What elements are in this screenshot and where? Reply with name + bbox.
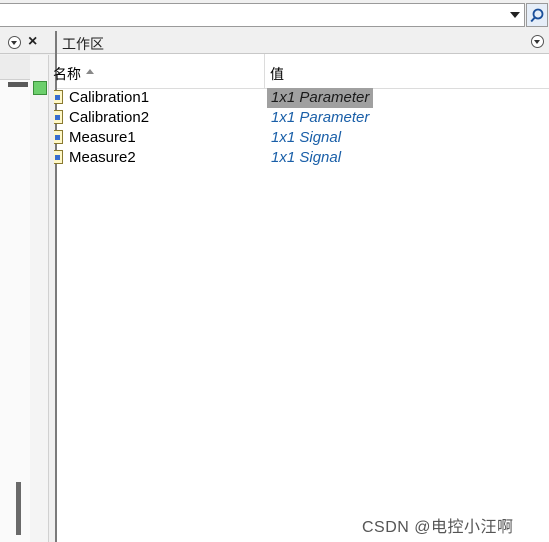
workspace-header: 工作区	[57, 31, 549, 54]
address-bar	[0, 0, 549, 31]
current-folder-panel: ×	[0, 31, 55, 542]
column-header-name[interactable]: 名称	[53, 64, 81, 84]
table-row[interactable]: Measure2 1x1 Signal	[54, 148, 549, 168]
variable-name: Measure2	[69, 149, 136, 166]
column-divider[interactable]	[264, 54, 265, 88]
search-button[interactable]	[526, 3, 548, 27]
vertical-scrollbar[interactable]	[30, 55, 49, 542]
column-header-row: 名称 值	[53, 54, 549, 89]
chevron-down-icon[interactable]	[510, 12, 520, 18]
panel-content	[0, 55, 31, 542]
selection-bar	[8, 82, 28, 87]
variable-icon	[54, 110, 63, 124]
variable-value: 1x1 Parameter	[271, 109, 370, 126]
variable-value: 1x1 Signal	[271, 149, 342, 166]
scrollbar-thumb[interactable]	[16, 482, 21, 535]
variable-name: Measure1	[69, 129, 136, 146]
table-row[interactable]: Measure1 1x1 Signal	[54, 128, 549, 148]
table-row[interactable]: Calibration2 1x1 Parameter	[54, 108, 549, 128]
variable-icon	[54, 130, 63, 144]
panel-header: ×	[0, 31, 55, 54]
variable-name: Calibration1	[69, 89, 150, 106]
close-icon[interactable]: ×	[28, 32, 37, 52]
search-icon	[530, 8, 544, 23]
variable-icon	[54, 150, 63, 164]
status-icon	[33, 81, 47, 95]
table-row[interactable]: Calibration1 1x1 Parameter	[54, 88, 549, 108]
column-header-value[interactable]: 值	[270, 64, 284, 84]
sort-ascending-icon	[86, 69, 94, 74]
variable-value: 1x1 Signal	[271, 129, 342, 146]
workspace-title: 工作区	[62, 36, 104, 52]
panel-column-header	[0, 55, 30, 80]
workspace-menu-icon[interactable]	[531, 35, 544, 48]
variable-icon	[54, 90, 63, 104]
panel-menu-icon[interactable]	[8, 36, 21, 49]
watermark: CSDN @电控小汪啊	[362, 519, 514, 536]
variable-value: 1x1 Parameter	[267, 88, 374, 108]
search-input[interactable]	[0, 3, 525, 27]
variable-name: Calibration2	[69, 109, 150, 126]
